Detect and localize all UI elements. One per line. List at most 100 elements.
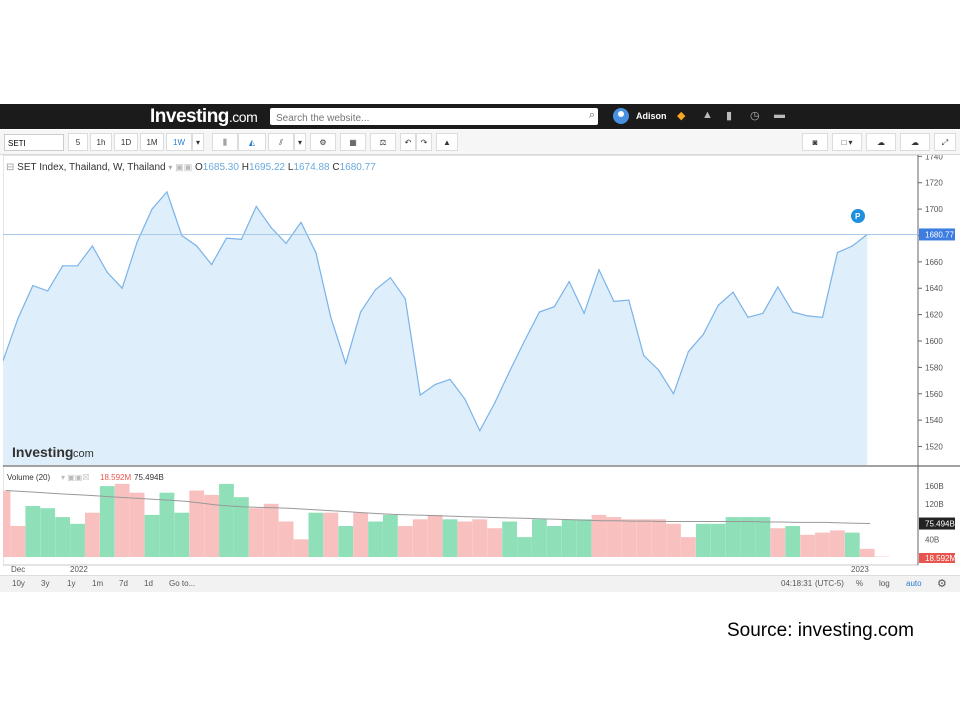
interval-1w[interactable]: 1W xyxy=(166,133,192,151)
price-point xyxy=(181,234,183,237)
user-name[interactable]: Adison xyxy=(636,111,667,121)
range-7d[interactable]: 7d xyxy=(119,579,128,588)
volume-bar xyxy=(70,523,85,557)
volume-bar xyxy=(293,539,309,557)
y-tick-label: 1740 xyxy=(925,155,943,161)
watermark-suffix: .com xyxy=(70,448,94,460)
investing-logo[interactable]: Investing.com xyxy=(150,106,258,128)
volume-bar xyxy=(472,519,488,557)
price-point xyxy=(583,312,585,314)
flag-icon[interactable]: ▬ xyxy=(774,109,785,121)
price-point xyxy=(47,290,49,292)
watermark-logo: Investing xyxy=(12,444,73,460)
search-box[interactable]: ⌕ xyxy=(270,108,598,127)
redo-icon[interactable]: ↷ xyxy=(416,133,432,151)
cloud-upload-icon[interactable]: ☁ xyxy=(900,133,930,151)
price-point xyxy=(300,221,302,223)
price-point xyxy=(613,300,615,302)
range-1m[interactable]: 1m xyxy=(92,579,103,588)
cloud-download-icon[interactable]: ☁ xyxy=(866,133,896,151)
volume-bar xyxy=(85,512,100,557)
studies-icon[interactable]: ▦ xyxy=(340,133,366,151)
layout-icon[interactable]: □ ▾ xyxy=(832,133,862,151)
price-point xyxy=(464,398,466,400)
y-tick-label: 1720 xyxy=(925,179,943,188)
volume-bar xyxy=(606,517,622,557)
legend-settings-icon[interactable]: ▣▣ xyxy=(175,162,192,172)
price-point xyxy=(851,245,853,247)
legend-close: 1680.77 xyxy=(339,162,376,173)
chart-area[interactable]: 1520154015601580160016201640166016801700… xyxy=(3,155,960,575)
volume-bar xyxy=(457,521,473,557)
volume-y-tick-label: 40B xyxy=(925,535,939,544)
indicators-icon[interactable]: ⫽ xyxy=(268,133,294,151)
volume-bar xyxy=(785,526,801,557)
price-point xyxy=(702,333,704,335)
clock-icon[interactable]: ◷ xyxy=(750,109,760,122)
log-toggle[interactable]: log xyxy=(879,579,890,588)
settings-gear-icon[interactable]: ⚙ xyxy=(937,577,947,590)
candles-icon[interactable]: ⫼ xyxy=(212,133,238,151)
volume-bar xyxy=(442,519,458,557)
undo-icon[interactable]: ↶ xyxy=(400,133,416,151)
bell-icon[interactable]: ▲ xyxy=(702,109,713,121)
price-point xyxy=(315,252,317,254)
symbol-input[interactable]: SETI xyxy=(4,134,64,151)
goto-button[interactable]: Go to... xyxy=(169,579,195,588)
pro-icon[interactable]: ◆ xyxy=(677,109,685,122)
fullscreen-icon[interactable]: ⤢ xyxy=(934,133,956,151)
legend-high-label: H xyxy=(241,162,249,173)
interval-5[interactable]: 5 xyxy=(68,133,88,151)
volume-bar xyxy=(323,512,339,557)
legend-collapse-icon[interactable]: ⊟ xyxy=(6,162,14,173)
p-badge-label: P xyxy=(855,212,861,221)
alert-icon[interactable]: ▲ xyxy=(436,133,458,151)
volume-bar xyxy=(308,512,324,557)
area-chart-icon[interactable]: ◭ xyxy=(238,133,266,151)
price-point xyxy=(255,205,257,207)
interval-1h[interactable]: 1h xyxy=(90,133,112,151)
price-point xyxy=(807,315,809,317)
price-point xyxy=(449,378,451,380)
search-input[interactable] xyxy=(270,110,576,127)
avatar[interactable] xyxy=(613,108,629,124)
price-point xyxy=(836,252,839,254)
range-1d[interactable]: 1d xyxy=(144,579,153,588)
search-icon[interactable]: ⌕ xyxy=(589,109,595,122)
auto-toggle[interactable]: auto xyxy=(906,579,922,588)
compare-icon[interactable]: ⚖ xyxy=(370,133,396,151)
legend-dropdown-icon[interactable]: ▾ xyxy=(168,163,172,172)
price-chart-svg[interactable]: 1520154015601580160016201640166016801700… xyxy=(3,155,960,575)
gear-icon[interactable]: ⚙ xyxy=(310,133,336,151)
interval-1m[interactable]: 1M xyxy=(140,133,164,151)
y-tick-label: 1560 xyxy=(925,390,943,399)
volume-bar xyxy=(859,548,875,557)
range-10y[interactable]: 10y xyxy=(12,579,25,588)
chart-legend: ⊟ SET Index, Thailand, W, Thailand ▾ ▣▣ … xyxy=(6,162,376,173)
price-point xyxy=(225,237,228,239)
percent-toggle[interactable]: % xyxy=(856,579,863,588)
briefcase-icon[interactable]: ▮ xyxy=(726,109,732,122)
price-point xyxy=(404,298,406,300)
volume-bar xyxy=(576,519,592,557)
interval-dropdown-icon[interactable]: ▾ xyxy=(192,133,204,151)
price-point xyxy=(240,238,242,240)
volume-y-tick-label: 120B xyxy=(925,500,944,509)
volume-bar xyxy=(532,519,547,557)
volume-title: Volume (20) xyxy=(7,473,50,482)
interval-1d[interactable]: 1D xyxy=(114,133,138,151)
volume-bar xyxy=(144,514,160,557)
price-point xyxy=(136,241,138,243)
indicators-dropdown-icon[interactable]: ▾ xyxy=(294,133,306,151)
price-point xyxy=(270,227,272,229)
timezone[interactable]: (UTC-5) xyxy=(815,579,844,588)
range-1y[interactable]: 1y xyxy=(67,579,75,588)
price-point xyxy=(672,393,675,395)
range-3y[interactable]: 3y xyxy=(41,579,49,588)
price-point xyxy=(792,311,794,313)
volume-bar xyxy=(517,537,532,557)
y-tick-label: 1600 xyxy=(925,337,943,346)
price-point xyxy=(658,369,660,371)
camera-icon[interactable]: ◙ xyxy=(802,133,828,151)
volume-last-label: 75.494B xyxy=(134,473,164,482)
